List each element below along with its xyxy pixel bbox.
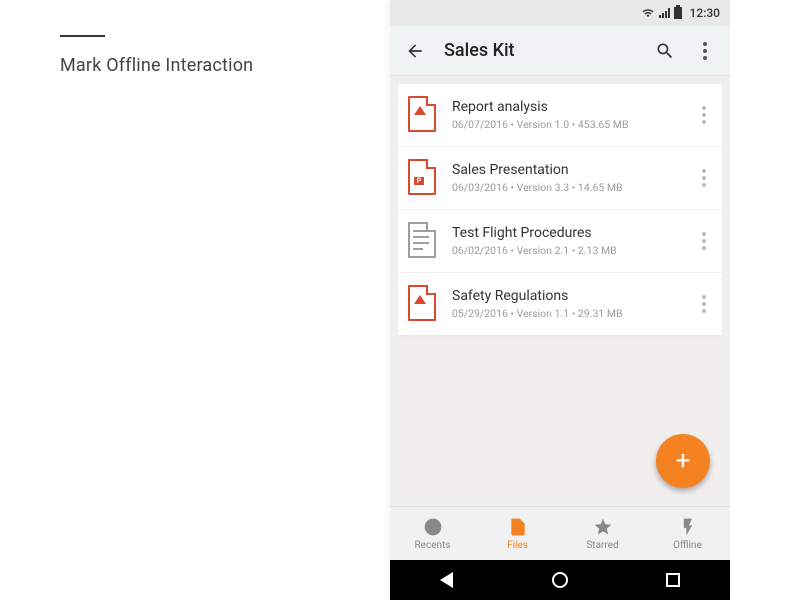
status-bar: 12:30 [390, 0, 730, 26]
file-meta: 05/29/2016 • Version 1.1 • 29.31 MB [452, 307, 696, 320]
file-meta: 06/03/2016 • Version 3.3 • 14.65 MB [452, 181, 696, 194]
file-row[interactable]: P Sales Presentation 06/03/2016 • Versio… [398, 147, 722, 210]
signal-icon [659, 8, 670, 18]
pdf-icon [408, 96, 438, 134]
nav-recents[interactable]: Recents [390, 507, 475, 560]
file-name: Sales Presentation [452, 162, 696, 178]
android-nav-bar [390, 560, 730, 600]
nav-label: Recents [415, 540, 451, 551]
appbar-title: Sales Kit [444, 40, 515, 61]
nav-starred[interactable]: Starred [560, 507, 645, 560]
caption-text: Mark Offline Interaction [60, 55, 253, 76]
nav-label: Files [507, 540, 528, 551]
file-name: Safety Regulations [452, 288, 696, 304]
overflow-menu-button[interactable] [694, 40, 716, 62]
file-meta: 06/02/2016 • Version 2.1 • 2.13 MB [452, 244, 696, 257]
row-overflow-button[interactable] [696, 169, 712, 187]
nav-label: Offline [673, 540, 702, 551]
bolt-icon [678, 517, 698, 537]
content-area: Report analysis 06/07/2016 • Version 1.0… [390, 76, 730, 506]
file-list: Report analysis 06/07/2016 • Version 1.0… [398, 84, 722, 335]
pdf-icon [408, 285, 438, 323]
wifi-icon [641, 7, 655, 19]
app-bar: Sales Kit [390, 26, 730, 76]
file-icon [508, 517, 528, 537]
file-row[interactable]: Safety Regulations 05/29/2016 • Version … [398, 273, 722, 335]
file-meta: 06/07/2016 • Version 1.0 • 453.65 MB [452, 118, 696, 131]
battery-icon [674, 7, 682, 19]
ppt-icon: P [408, 159, 438, 197]
caption-rule [60, 35, 105, 37]
row-overflow-button[interactable] [696, 106, 712, 124]
android-back-button[interactable] [438, 571, 456, 589]
plus-icon: + [676, 446, 691, 476]
star-icon [593, 517, 613, 537]
android-home-button[interactable] [551, 571, 569, 589]
clock-icon [423, 517, 443, 537]
file-name: Report analysis [452, 99, 696, 115]
row-overflow-button[interactable] [696, 295, 712, 313]
nav-label: Starred [586, 540, 618, 551]
file-name: Test Flight Procedures [452, 225, 696, 241]
file-row[interactable]: Report analysis 06/07/2016 • Version 1.0… [398, 84, 722, 147]
file-row[interactable]: Test Flight Procedures 06/02/2016 • Vers… [398, 210, 722, 273]
nav-files[interactable]: Files [475, 507, 560, 560]
row-overflow-button[interactable] [696, 232, 712, 250]
fab-add-button[interactable]: + [656, 434, 710, 488]
back-button[interactable] [404, 40, 426, 62]
doc-icon [408, 222, 438, 260]
nav-offline[interactable]: Offline [645, 507, 730, 560]
android-overview-button[interactable] [664, 571, 682, 589]
status-time: 12:30 [690, 6, 720, 20]
bottom-nav: Recents Files Starred Offline [390, 506, 730, 560]
search-button[interactable] [654, 40, 676, 62]
phone-frame: 12:30 Sales Kit Report analysis 06/07/20… [390, 0, 730, 600]
